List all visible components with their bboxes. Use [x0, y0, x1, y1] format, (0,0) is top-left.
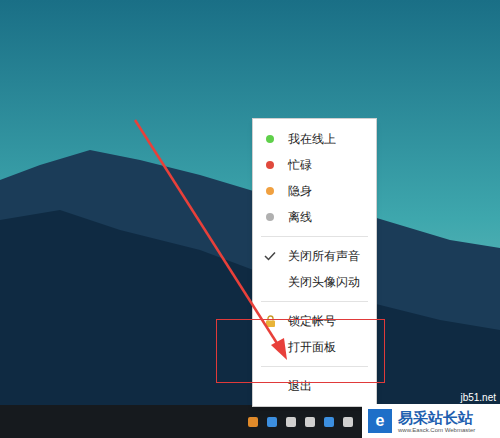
menu-separator — [261, 366, 368, 367]
watermark: jb51.nete易采站长站www.Easck.Com Webmaster — [362, 404, 500, 438]
watermark-behind: jb51.net — [460, 392, 496, 404]
menu-item[interactable]: 忙碌 — [253, 152, 376, 178]
tray-icon[interactable] — [286, 417, 296, 427]
mountain-icon — [0, 0, 500, 438]
menu-group: 锁定帐号打开面板 — [253, 295, 376, 360]
menu-item[interactable]: 退出 — [253, 373, 376, 399]
menu-item[interactable]: 我在线上 — [253, 126, 376, 152]
menu-item[interactable]: 打开面板 — [253, 334, 376, 360]
tray-icon[interactable] — [248, 417, 258, 427]
menu-group: 我在线上忙碌隐身离线 — [253, 126, 376, 230]
status-dot-icon — [266, 187, 274, 195]
menu-separator — [261, 236, 368, 237]
tray-icon[interactable] — [324, 417, 334, 427]
watermark-subtitle: www.Easck.Com Webmaster — [398, 426, 475, 434]
menu-separator — [261, 301, 368, 302]
tray-icon[interactable] — [305, 417, 315, 427]
annotation-box — [216, 319, 385, 383]
context-menu: 我在线上忙碌隐身离线关闭所有声音关闭头像闪动锁定帐号打开面板退出 — [252, 118, 377, 407]
menu-group: 退出 — [253, 360, 376, 399]
menu-item[interactable]: 关闭头像闪动 — [253, 269, 376, 295]
menu-item[interactable]: 离线 — [253, 204, 376, 230]
desktop: 我在线上忙碌隐身离线关闭所有声音关闭头像闪动锁定帐号打开面板退出jb51.net… — [0, 0, 500, 438]
annotation-arrow-icon — [0, 0, 500, 438]
menu-item[interactable]: 关闭所有声音 — [253, 243, 376, 269]
tray-icon[interactable] — [343, 417, 353, 427]
lock-icon — [265, 315, 276, 328]
check-icon — [264, 251, 276, 261]
status-dot-icon — [266, 213, 274, 221]
menu-item[interactable]: 隐身 — [253, 178, 376, 204]
status-dot-icon — [266, 161, 274, 169]
status-dot-icon — [266, 135, 274, 143]
menu-group: 关闭所有声音关闭头像闪动 — [253, 230, 376, 295]
watermark-title: 易采站长站 — [398, 409, 475, 426]
tray-icon[interactable] — [267, 417, 277, 427]
menu-item[interactable]: 锁定帐号 — [253, 308, 376, 334]
watermark-logo: e — [368, 409, 392, 433]
